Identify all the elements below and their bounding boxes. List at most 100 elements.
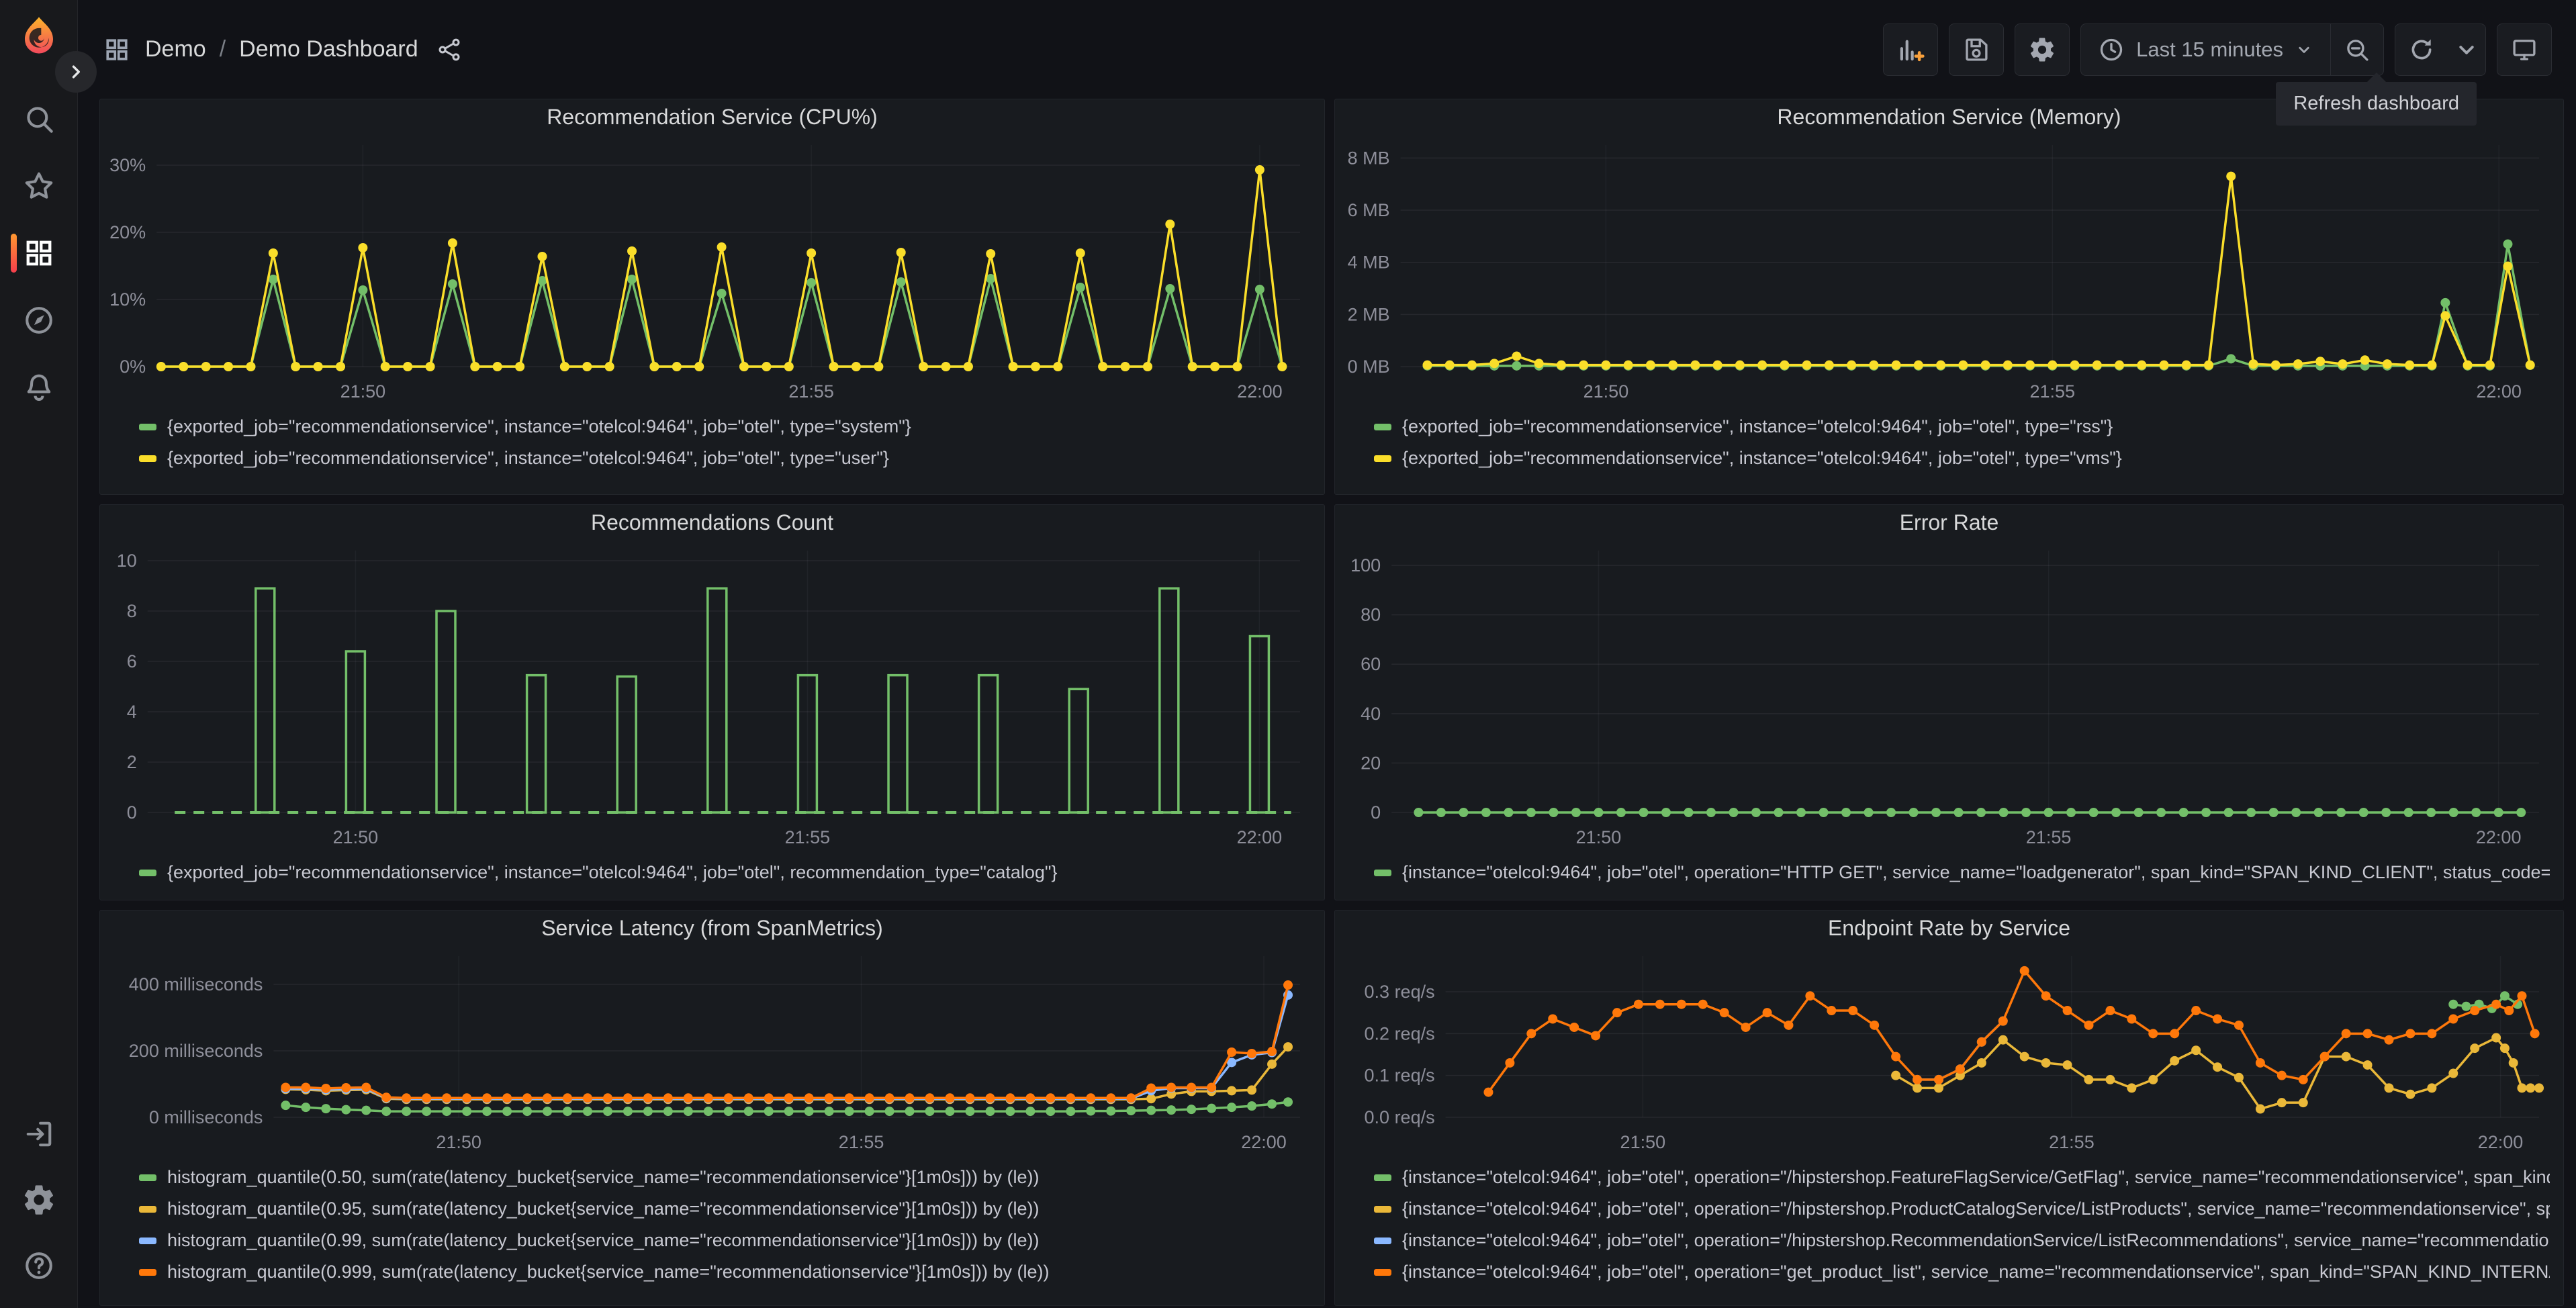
legend-item[interactable]: {exported_job="recommendationservice", i…: [1374, 442, 2550, 474]
panel-title[interactable]: Endpoint Rate by Service: [1335, 910, 2563, 945]
svg-text:2 MB: 2 MB: [1348, 304, 1390, 324]
sidebar-item-starred[interactable]: [0, 168, 77, 204]
cpu-chart[interactable]: 0% 10% 20% 30% 21:50 21:55 22:00: [100, 134, 1324, 408]
panel-title[interactable]: Error Rate: [1335, 505, 2563, 540]
bell-icon: [21, 370, 56, 405]
refresh-interval-dropdown[interactable]: [2448, 24, 2485, 75]
svg-text:22:00: 22:00: [1241, 1132, 1287, 1152]
grafana-logo-icon[interactable]: [18, 15, 60, 56]
zoom-out-time-button[interactable]: [2331, 24, 2383, 75]
legend-item[interactable]: {instance="otelcol:9464", job="otel", op…: [1374, 1193, 2550, 1225]
legend-item[interactable]: histogram_quantile(0.99, sum(rate(latenc…: [139, 1225, 1311, 1256]
add-panel-button[interactable]: [1883, 23, 1939, 76]
legend-label: {instance="otelcol:9464", job="otel", op…: [1402, 862, 2550, 882]
svg-text:10: 10: [117, 551, 137, 571]
sidebar-item-alerting[interactable]: [0, 369, 77, 406]
legend-item[interactable]: histogram_quantile(0.95, sum(rate(latenc…: [139, 1193, 1311, 1225]
sign-in-icon: [21, 1117, 56, 1152]
sidebar-item-settings[interactable]: [0, 1182, 77, 1218]
legend-swatch: [139, 1205, 156, 1213]
legend-swatch: [1374, 1237, 1391, 1244]
svg-text:22:00: 22:00: [2478, 1132, 2524, 1152]
chevron-right-icon: [64, 60, 87, 83]
tooltip-arrow: [2366, 73, 2386, 82]
sidebar-expand-button[interactable]: [55, 51, 97, 93]
legend-label: {instance="otelcol:9464", job="otel", op…: [1402, 1199, 2550, 1219]
legend-item[interactable]: {exported_job="recommendationservice", i…: [139, 857, 1311, 888]
memory-chart[interactable]: 0 MB 2 MB 4 MB 6 MB 8 MB 21:50 21:55 22:00: [1335, 134, 2563, 408]
legend-swatch: [139, 1237, 156, 1244]
legend-item[interactable]: {exported_job="recommendationservice", i…: [139, 411, 1311, 442]
svg-text:40: 40: [1361, 704, 1381, 724]
panel-title[interactable]: Service Latency (from SpanMetrics): [100, 910, 1324, 945]
time-range-group: Last 15 minutes: [2080, 23, 2384, 76]
legend-label: {exported_job="recommendationservice", i…: [167, 416, 911, 436]
svg-text:0.0 req/s: 0.0 req/s: [1365, 1107, 1435, 1127]
service-latency-chart[interactable]: 0 milliseconds 200 milliseconds 400 millis…: [100, 945, 1324, 1159]
sidebar-item-dashboards[interactable]: [0, 234, 77, 273]
legend-item[interactable]: {instance="otelcol:9464", job="otel", op…: [1374, 1256, 2550, 1288]
refresh-group: [2394, 23, 2486, 77]
endpoint-rate-chart[interactable]: 0.0 req/s 0.1 req/s 0.2 req/s 0.3 req/s 21:5…: [1335, 945, 2563, 1159]
error-rate-chart[interactable]: 0 20 40 60 80 100 21:50 21:55 22:00: [1335, 540, 2563, 854]
save-dashboard-button[interactable]: [1949, 23, 2005, 76]
chevron-down-icon: [2294, 40, 2314, 60]
legend-item[interactable]: {instance="otelcol:9464", job="otel", op…: [1374, 1225, 2550, 1256]
legend-swatch: [139, 1268, 156, 1276]
legend-item[interactable]: {exported_job="recommendationservice", i…: [1374, 411, 2550, 442]
legend-swatch: [139, 869, 156, 876]
refresh-icon: [2407, 36, 2436, 64]
dashboard-settings-button[interactable]: [2015, 23, 2070, 76]
panel-endpoint-rate: Endpoint Rate by Service 0.0 req/s 0.1 re…: [1334, 910, 2564, 1306]
tooltip-refresh-dashboard: Refresh dashboard: [2276, 73, 2477, 126]
legend-item[interactable]: {instance="otelcol:9464", job="otel", op…: [1374, 1162, 2550, 1193]
svg-text:6 MB: 6 MB: [1348, 200, 1390, 220]
sidebar-item-help[interactable]: [0, 1248, 77, 1284]
svg-text:21:50: 21:50: [436, 1132, 481, 1152]
legend-item[interactable]: {exported_job="recommendationservice", i…: [139, 442, 1311, 474]
svg-text:21:55: 21:55: [839, 1132, 884, 1152]
legend-label: {exported_job="recommendationservice", i…: [167, 448, 889, 468]
legend-label: histogram_quantile(0.50, sum(rate(latenc…: [167, 1167, 1040, 1187]
panel-title[interactable]: Recommendations Count: [100, 505, 1324, 540]
cycle-view-button[interactable]: [2497, 23, 2552, 76]
legend-swatch: [1374, 1268, 1391, 1276]
svg-text:21:55: 21:55: [2030, 381, 2076, 402]
legend-item[interactable]: {instance="otelcol:9464", job="otel", op…: [1374, 857, 2550, 888]
add-panel-icon: [1896, 36, 1925, 64]
panel-recommendations-count: Recommendations Count 0 2 4 6 8 10 21:50 21:55 2…: [99, 504, 1325, 900]
legend-item[interactable]: histogram_quantile(0.50, sum(rate(latenc…: [139, 1162, 1311, 1193]
legend: {instance="otelcol:9464", job="otel", op…: [1335, 1162, 2563, 1288]
legend-label: {exported_job="recommendationservice", i…: [1402, 416, 2113, 436]
svg-text:2: 2: [127, 752, 137, 772]
panel-title[interactable]: Recommendation Service (CPU%): [100, 99, 1324, 134]
recommendations-count-chart[interactable]: 0 2 4 6 8 10 21:50 21:55 22:00: [100, 540, 1324, 854]
chevron-down-icon: [2452, 36, 2481, 64]
legend-label: histogram_quantile(0.999, sum(rate(laten…: [167, 1262, 1050, 1282]
share-icon[interactable]: [436, 36, 463, 63]
svg-text:22:00: 22:00: [1237, 381, 1283, 402]
legend-swatch: [1374, 423, 1391, 430]
sidebar-item-sign-in[interactable]: [0, 1116, 77, 1152]
breadcrumb-page-title[interactable]: Demo Dashboard: [239, 36, 418, 62]
star-icon: [21, 169, 56, 203]
monitor-icon: [2510, 36, 2538, 64]
sidebar-item-search[interactable]: [0, 101, 77, 137]
panel-error-rate: Error Rate 0 20 40 60 80 100 21:50 21:55 22:00 {…: [1334, 504, 2564, 900]
refresh-dashboard-button[interactable]: [2394, 23, 2449, 77]
legend-swatch: [1374, 1174, 1391, 1181]
legend-swatch: [139, 455, 156, 462]
legend: {exported_job="recommendationservice", i…: [100, 411, 1324, 474]
breadcrumb-section[interactable]: Demo: [145, 36, 206, 62]
sidebar-bottom: [0, 1116, 77, 1284]
dashboard-grid: Recommendation Service (CPU%) 0% 10% 20% 30…: [99, 99, 2564, 1306]
svg-text:4 MB: 4 MB: [1348, 252, 1390, 273]
time-range-picker[interactable]: Last 15 minutes: [2081, 24, 2330, 75]
svg-text:21:55: 21:55: [2049, 1132, 2095, 1152]
legend: {exported_job="recommendationservice", i…: [100, 857, 1324, 888]
sidebar-item-explore[interactable]: [0, 302, 77, 338]
compass-icon: [21, 303, 56, 338]
svg-text:80: 80: [1361, 605, 1381, 625]
gear-icon: [2028, 36, 2056, 64]
legend-item[interactable]: histogram_quantile(0.999, sum(rate(laten…: [139, 1256, 1311, 1288]
